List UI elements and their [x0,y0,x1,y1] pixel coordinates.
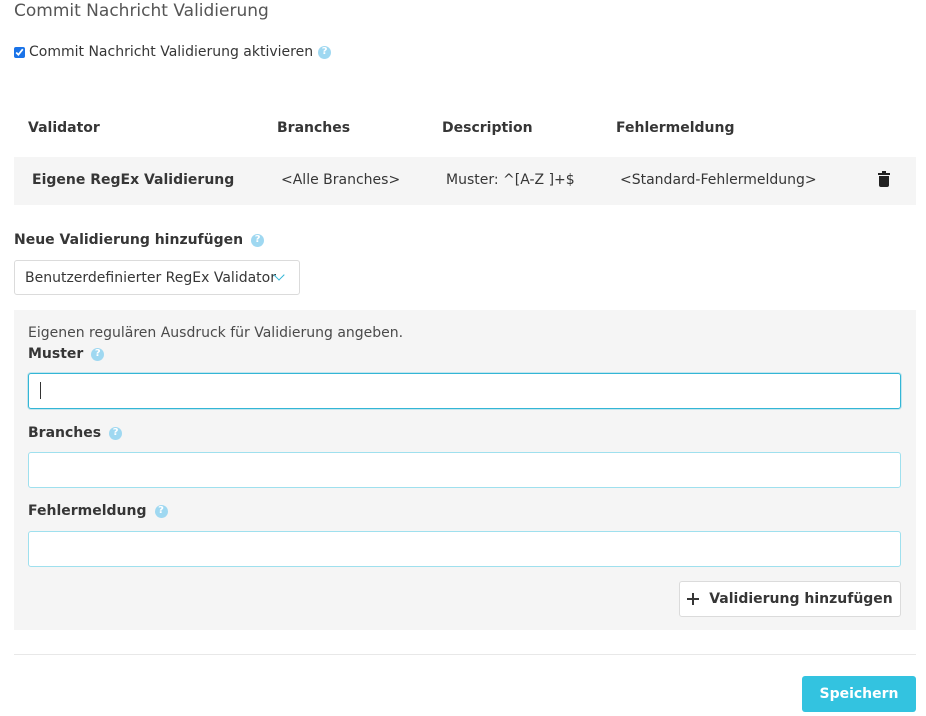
row-validator: Eigene RegEx Validierung [32,172,235,188]
branches-label: Branches ? [28,425,123,441]
add-validation-button-label: Validierung hinzufügen [709,591,893,607]
enable-validation-checkbox[interactable] [14,46,25,58]
page-title: Commit Nachricht Validierung [14,1,269,21]
pattern-label: Muster ? [28,346,105,362]
help-icon[interactable]: ? [109,426,123,440]
new-validation-panel: Eigenen regulären Ausdruck für Validieru… [14,310,916,630]
row-error: <Standard-Fehlermeldung> [620,172,817,188]
col-branches: Branches [277,120,351,136]
save-button[interactable]: Speichern [802,676,916,712]
text-caret [40,382,41,399]
table-row: Eigene RegEx Validierung <Alle Branches>… [14,157,916,205]
add-validation-button[interactable]: Validierung hinzufügen [679,581,901,617]
validator-type-select-value: Benutzerdefinierter RegEx Validator [25,269,276,286]
plus-icon [687,593,700,605]
divider [14,654,916,655]
validator-type-select[interactable]: Benutzerdefinierter RegEx Validator [14,260,300,295]
branches-input[interactable] [28,452,901,488]
col-validator: Validator [28,120,100,136]
error-message-input[interactable] [28,531,901,567]
add-validation-label: Neue Validierung hinzufügen ? [14,232,265,248]
row-branches: <Alle Branches> [281,172,401,188]
help-icon[interactable]: ? [154,504,168,518]
error-message-label: Fehlermeldung ? [28,503,168,519]
col-error: Fehlermeldung [616,120,735,136]
add-validation-label-text: Neue Validierung hinzufügen [14,232,244,248]
panel-hint: Eigenen regulären Ausdruck für Validieru… [28,325,404,341]
branches-label-text: Branches [28,425,102,441]
help-icon[interactable]: ? [318,45,332,59]
help-icon[interactable]: ? [91,347,105,361]
enable-validation-checkbox-row[interactable]: Commit Nachricht Validierung aktivieren … [14,44,332,60]
help-icon[interactable]: ? [251,233,265,247]
validators-table-header: Validator Branches Description Fehlermel… [14,110,916,146]
pattern-label-text: Muster [28,346,84,362]
enable-validation-label: Commit Nachricht Validierung aktivieren [29,44,314,60]
col-description: Description [442,120,533,136]
error-message-label-text: Fehlermeldung [28,503,147,519]
pattern-input[interactable] [28,373,901,409]
trash-icon[interactable] [878,171,890,187]
row-description: Muster: ^[A-Z ]+$ [446,172,575,188]
pattern-input-wrap [28,373,901,409]
